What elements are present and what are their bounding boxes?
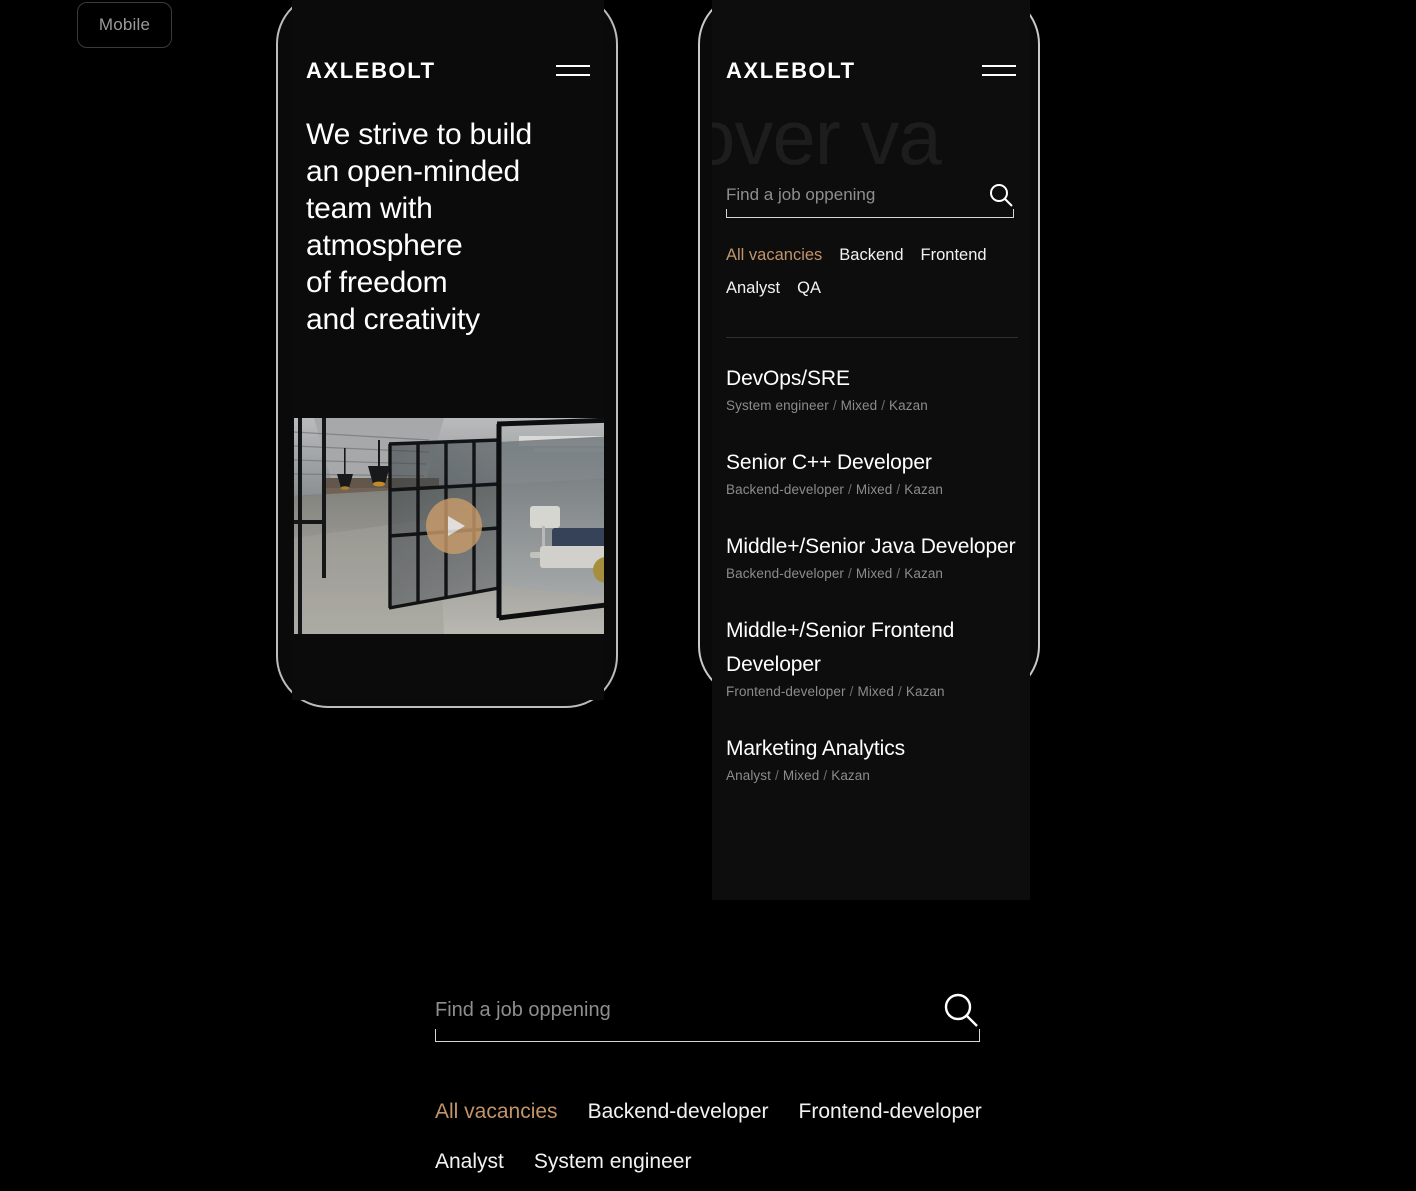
desktop-job-search-field[interactable] <box>435 978 980 1042</box>
vacancy-filters-mobile: All vacancies Backend Frontend Analyst Q… <box>726 246 1018 298</box>
ghost-background-text: over va <box>712 93 942 181</box>
vacancy-city: Kazan <box>904 482 944 497</box>
vacancy-item[interactable]: Marketing Analytics Analyst / Mixed / Kazan <box>726 732 1018 783</box>
vacancy-type: Mixed <box>857 684 894 699</box>
meta-separator: / <box>898 684 902 699</box>
header-right: AXLEBOLT <box>726 58 1016 84</box>
filter-system-engineer[interactable]: System engineer <box>534 1150 692 1174</box>
filter-analyst[interactable]: Analyst <box>726 279 780 298</box>
hero-line-5: of freedom <box>306 266 448 299</box>
vacancy-role: Analyst <box>726 768 771 783</box>
vacancy-item[interactable]: Middle+/Senior Java Developer Backend-de… <box>726 530 1018 581</box>
filter-backend-developer[interactable]: Backend-developer <box>588 1100 769 1124</box>
vacancy-city: Kazan <box>831 768 870 783</box>
vacancy-item[interactable]: DevOps/SRE System engineer / Mixed / Kazan <box>726 362 1018 413</box>
filter-all-vacancies[interactable]: All vacancies <box>726 246 822 265</box>
page-root: Mobile AXLEBOLT We strive to build an op… <box>0 0 1416 1191</box>
search-input[interactable] <box>726 185 988 205</box>
vacancy-city: Kazan <box>904 566 944 581</box>
vacancy-list: DevOps/SRE System engineer / Mixed / Kazan S… <box>726 362 1018 816</box>
vacancy-type: Mixed <box>855 566 893 581</box>
vacancy-type: Mixed <box>840 398 878 413</box>
phone-left-screen: AXLEBOLT We strive to build an open-mind… <box>292 0 604 700</box>
filter-all-vacancies[interactable]: All vacancies <box>435 1100 558 1124</box>
vacancy-filters-desktop: All vacancies Backend-developer Frontend… <box>435 1100 1075 1174</box>
search-icon[interactable] <box>988 182 1014 208</box>
vacancy-role: System engineer <box>726 398 829 413</box>
hero-line-3: team with <box>306 192 433 225</box>
vacancy-meta: Analyst / Mixed / Kazan <box>726 768 1018 783</box>
vacancy-title: Middle+/Senior Java Developer <box>726 535 1016 558</box>
filter-analyst[interactable]: Analyst <box>435 1150 504 1174</box>
hero-heading: We strive to build an open-minded team w… <box>306 116 596 338</box>
viewport-size-chip[interactable]: Mobile <box>77 2 172 48</box>
vacancy-type: Mixed <box>855 482 893 497</box>
play-icon[interactable] <box>426 498 482 554</box>
vacancy-meta: Frontend-developer / Mixed / Kazan <box>726 684 1018 699</box>
desktop-search-input[interactable] <box>435 998 942 1022</box>
vacancy-city: Kazan <box>889 398 928 413</box>
meta-separator: / <box>896 566 901 581</box>
hamburger-menu-icon[interactable] <box>556 63 590 79</box>
vacancy-role: Backend-developer <box>726 482 845 497</box>
vacancy-item[interactable]: Middle+/Senior Frontend Developer Fronte… <box>726 614 1018 699</box>
meta-separator: / <box>881 398 886 413</box>
hero-line-1: We strive to build <box>306 118 532 151</box>
meta-separator: / <box>774 768 779 783</box>
hero-line-6: and creativity <box>306 303 480 336</box>
header-left: AXLEBOLT <box>306 58 590 84</box>
vacancy-title: DevOps/SRE <box>726 367 850 390</box>
vacancy-title: Marketing Analytics <box>726 737 906 760</box>
vacancy-title: Senior C++ Developer <box>726 451 932 474</box>
section-divider <box>726 337 1018 338</box>
vacancy-item[interactable]: Senior C++ Developer Backend-developer / M… <box>726 446 1018 497</box>
filter-backend[interactable]: Backend <box>839 246 903 265</box>
vacancy-meta: Backend-developer / Mixed / Kazan <box>726 566 1018 581</box>
meta-separator: / <box>896 482 901 497</box>
filter-frontend[interactable]: Frontend <box>921 246 987 265</box>
vacancy-meta: Backend-developer / Mixed / Kazan <box>726 482 1018 497</box>
viewport-chip-label: Mobile <box>98 15 151 34</box>
hamburger-menu-icon[interactable] <box>982 63 1016 79</box>
vacancy-type: Mixed <box>782 768 820 783</box>
meta-separator: / <box>848 482 852 497</box>
search-icon[interactable] <box>942 991 980 1029</box>
hero-line-2: an open-minded <box>306 155 521 188</box>
vacancy-title: Middle+/Senior Frontend Developer <box>726 619 955 676</box>
video-preview-card[interactable] <box>294 418 604 634</box>
meta-separator: / <box>848 566 852 581</box>
hero-line-4: atmosphere <box>306 229 463 262</box>
vacancy-role: Frontend-developer <box>726 684 846 699</box>
meta-separator: / <box>832 398 837 413</box>
vacancy-role: Backend-developer <box>726 566 845 581</box>
brand-logo[interactable]: AXLEBOLT <box>306 58 436 84</box>
vacancy-meta: System engineer / Mixed / Kazan <box>726 398 1018 413</box>
filter-frontend-developer[interactable]: Frontend-developer <box>799 1100 982 1124</box>
meta-separator: / <box>849 684 854 699</box>
job-search-field[interactable] <box>726 172 1014 218</box>
meta-separator: / <box>823 768 828 783</box>
filter-qa[interactable]: QA <box>797 279 821 298</box>
brand-logo[interactable]: AXLEBOLT <box>726 58 856 84</box>
phone-right-screen: over va AXLEBOLT All vacancies Backend F… <box>712 0 1030 900</box>
vacancy-city: Kazan <box>905 684 945 699</box>
